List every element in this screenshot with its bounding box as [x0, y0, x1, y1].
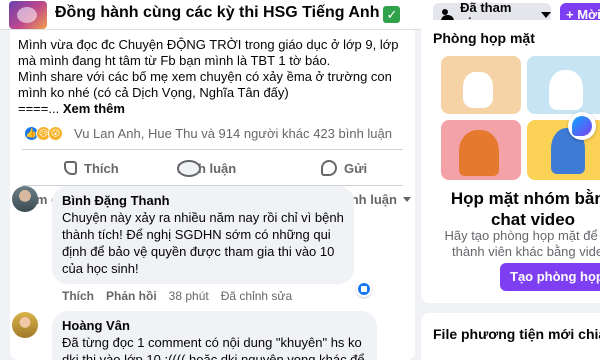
- thumb-up-icon: [64, 161, 77, 175]
- avatar[interactable]: [12, 312, 38, 338]
- chevron-down-icon: [541, 12, 551, 18]
- comment-bubble: Hoàng Vân Đã từng đọc 1 comment có nội d…: [52, 311, 377, 360]
- illustration-figure: [549, 70, 583, 110]
- meeting-room-description: Hãy tạo phòng họp mặt để các thành viên …: [444, 228, 600, 259]
- chevron-down-icon: [402, 197, 411, 202]
- send-button[interactable]: Gửi: [321, 154, 367, 182]
- divider: [22, 149, 403, 150]
- post-paragraph: Mình share với các bố mẹ xem chuyện có x…: [18, 69, 392, 100]
- messenger-icon: [321, 160, 337, 176]
- see-more-link[interactable]: Xem thêm: [63, 101, 125, 116]
- send-label: Gửi: [344, 160, 368, 176]
- like-label: Thích: [84, 160, 119, 176]
- meeting-room-heading: Họp mặt nhóm bằng chat video: [450, 189, 600, 229]
- like-button[interactable]: Thích: [64, 154, 119, 182]
- comment-reply-button[interactable]: Phản hồi: [106, 289, 157, 303]
- comment-text: Chuyện này xảy ra nhiều năm nay rồi chỉ …: [62, 210, 344, 276]
- verified-check-icon: ✓: [383, 6, 401, 23]
- group-name[interactable]: Đồng hành cùng các kỳ thi HSG Tiếng Anh: [55, 4, 379, 21]
- group-cover-thumbnail[interactable]: [9, 1, 47, 29]
- post-actions: Thích Bình luận Gửi: [10, 154, 415, 182]
- comment-icon: [177, 159, 201, 177]
- illustration-figure: [463, 72, 493, 108]
- messenger-icon: [568, 112, 596, 140]
- video-chat-illustration: [441, 56, 600, 184]
- comment-edited-label: Đã chỉnh sửa: [220, 289, 293, 303]
- group-title[interactable]: Đồng hành cùng các kỳ thi HSG Tiếng Anh ✓: [55, 4, 401, 23]
- create-room-button[interactable]: Tạo phòng họp m: [500, 263, 600, 291]
- recent-media-card: File phương tiện mới chia sẻ: [421, 313, 600, 360]
- comment-count[interactable]: 423 bình luận: [313, 126, 392, 141]
- post-ellipsis: ====...: [18, 101, 63, 116]
- comment-timestamp[interactable]: 38 phút: [169, 289, 209, 303]
- reactions-summary[interactable]: Vu Lan Anh, Hue Thu và 914 người khác: [74, 126, 310, 141]
- like-reaction-icon[interactable]: [356, 281, 372, 297]
- reactions-bar: 👍 😥 😮 Vu Lan Anh, Hue Thu và 914 người k…: [24, 125, 404, 143]
- illustration-figure: [459, 130, 499, 176]
- meeting-room-title: Phòng họp mặt: [433, 30, 535, 46]
- meeting-room-card: Phòng họp mặt Họp mặt nhóm bằng chat vid…: [421, 20, 600, 303]
- post-paragraph: Mình vừa đọc đc Chuyện ĐỘNG TRỜI trong g…: [18, 37, 399, 68]
- post-body: Mình vừa đọc đc Chuyện ĐỘNG TRỜI trong g…: [18, 37, 413, 117]
- post-truncated-line: ====... Xem thêm: [18, 101, 413, 117]
- comment-meta: Thích Phản hồi 38 phút Đã chỉnh sửa: [62, 289, 292, 303]
- avatar[interactable]: [12, 186, 38, 212]
- comment-author[interactable]: Hoàng Vân: [62, 317, 367, 334]
- comment-text: Đã từng đọc 1 comment có nội dung "khuyê…: [62, 335, 365, 360]
- reaction-icons[interactable]: 👍 😥 😮: [24, 125, 68, 143]
- wow-reaction-icon: 😮: [48, 126, 63, 141]
- comment-bubble: Bình Đặng Thanh Chuyện này xảy ra nhiều …: [52, 186, 354, 284]
- comment-like-button[interactable]: Thích: [62, 289, 94, 303]
- recent-media-title: File phương tiện mới chia sẻ: [433, 326, 600, 342]
- comment-button[interactable]: Bình luận: [177, 154, 236, 182]
- comment-author[interactable]: Bình Đặng Thanh: [62, 192, 344, 209]
